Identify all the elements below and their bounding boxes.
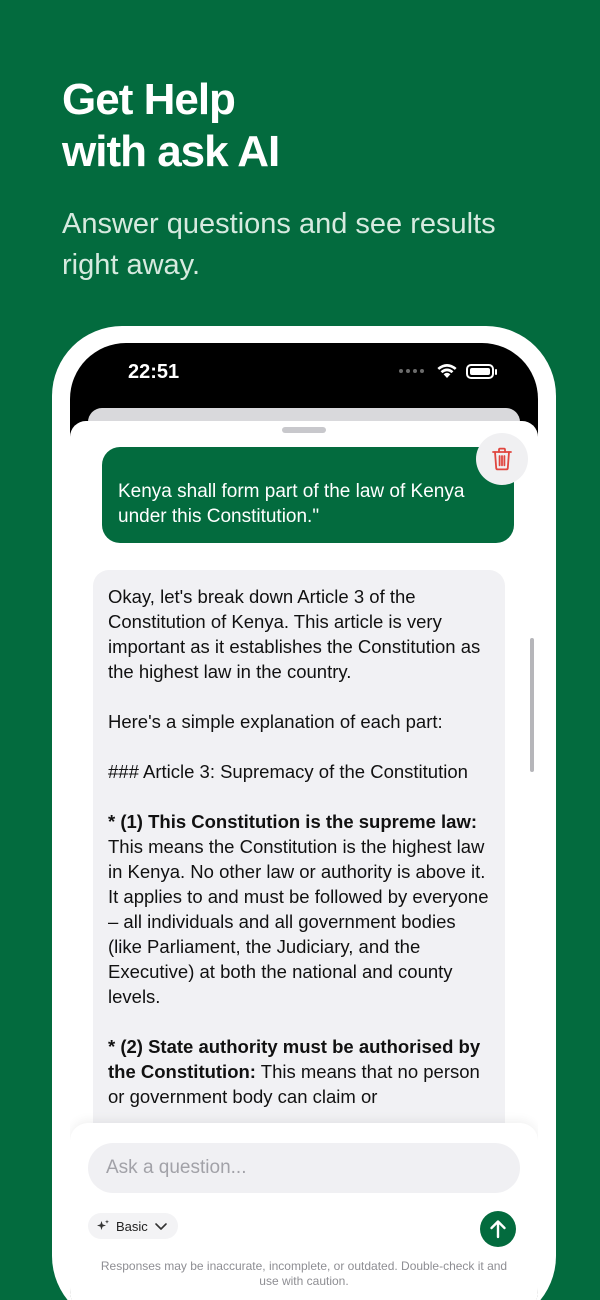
ai-lead-paragraph: Here's a simple explanation of each part…: [108, 711, 443, 732]
promo-title-line-1: Get Help: [62, 75, 236, 124]
ai-point-1: * (1) This Constitution is the supreme l…: [108, 809, 491, 1009]
ai-point-2: * (2) State authority must be authorised…: [108, 1034, 491, 1109]
phone-screen: 22:51 Kenya shall form part of the law o…: [70, 343, 538, 1300]
promo-title-line-2: with ask AI: [62, 127, 280, 176]
ai-intro-paragraph: Okay, let's break down Article 3 of the …: [108, 586, 481, 682]
ai-heading: ### Article 3: Supremacy of the Constitu…: [108, 761, 468, 782]
promo-title: Get Help with ask AI: [62, 74, 280, 178]
mode-label: Basic: [116, 1218, 148, 1234]
chat-scrollbar[interactable]: [530, 638, 534, 772]
signal-icon: [399, 369, 424, 373]
battery-icon: [466, 363, 497, 379]
wifi-icon: [437, 364, 457, 378]
composer-panel: Basic Responses may be inaccurate, incom…: [70, 1123, 538, 1300]
status-icons: [399, 363, 497, 379]
status-time: 22:51: [128, 361, 180, 383]
ask-question-input[interactable]: [88, 1143, 520, 1193]
promo-subtitle: Answer questions and see results right a…: [62, 208, 496, 281]
disclaimer-text: Responses may be inaccurate, incomplete,…: [100, 1259, 508, 1288]
ai-point-1-body: This means the Constitution is the highe…: [108, 836, 489, 1007]
arrow-up-icon: [490, 1220, 506, 1239]
send-button[interactable]: [480, 1211, 516, 1247]
chevron-down-icon: [154, 1223, 167, 1230]
user-message-text: Kenya shall form part of the law of Keny…: [118, 481, 465, 527]
delete-chat-button[interactable]: [476, 433, 528, 485]
sheet-drag-handle[interactable]: [282, 427, 326, 433]
trash-icon: [492, 447, 512, 471]
ask-ai-sheet: Kenya shall form part of the law of Keny…: [70, 421, 538, 1300]
user-message-bubble: Kenya shall form part of the law of Keny…: [102, 447, 514, 543]
mode-selector-button[interactable]: Basic: [88, 1213, 178, 1239]
sparkle-icon: [97, 1219, 109, 1230]
ai-point-1-title: * (1) This Constitution is the supreme l…: [108, 811, 478, 832]
